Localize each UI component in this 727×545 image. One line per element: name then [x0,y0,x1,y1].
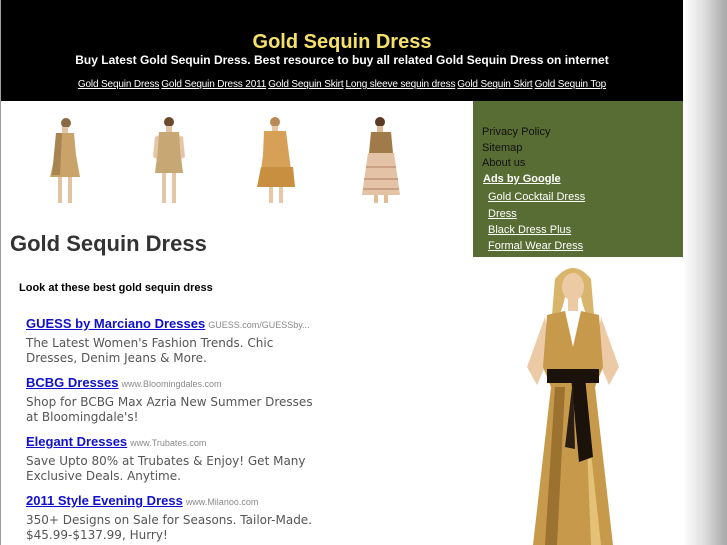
ad-url[interactable]: www.Trubates.com [130,438,206,448]
sidebar-link-sitemap[interactable]: Sitemap [482,142,522,154]
sidebar-ad-gold-cocktail-dress[interactable]: Gold Cocktail Dress [488,191,585,203]
ads-by-google-link[interactable]: Ads by Google [483,173,561,185]
ad-item: GUESS by Marciano Dresses GUESS.com/GUESS… [26,315,321,366]
ad-description: Shop for BCBG Max Azria New Summer Dress… [26,395,313,424]
product-thumbnail-1[interactable] [36,115,91,207]
header-link-long-sleeve-sequin-dress[interactable]: Long sleeve sequin dress [345,79,455,90]
page-heading: Gold Sequin Dress [10,231,207,256]
site-header: Gold Sequin Dress Buy Latest Gold Sequin… [1,0,683,101]
ad-description: 350+ Designs on Sale for Seasons. Tailor… [26,513,313,542]
ad-item: 2011 Style Evening Dress www.Milanoo.com … [26,492,321,543]
ad-url[interactable]: GUESS.com/GUESSby... [208,320,309,330]
right-page-shadow [683,0,727,545]
site-tagline: Buy Latest Gold Sequin Dress. Best resou… [75,53,609,67]
sidebar-ad-black-dress-plus[interactable]: Black Dress Plus [488,224,571,236]
product-thumbnail-4[interactable] [356,115,411,207]
header-nav: Gold Sequin Dress Gold Sequin Dress 2011 G… [1,79,683,90]
section-subheading: Look at these best gold sequin dress [19,282,213,294]
ad-item: Elegant Dresses www.Trubates.com Save Upt… [26,433,321,484]
ad-title-link[interactable]: BCBG Dresses [26,375,119,390]
sidebar-link-about-us[interactable]: About us [482,157,525,169]
sidebar-link-privacy-policy[interactable]: Privacy Policy [482,126,550,138]
header-link-gold-sequin-skirt[interactable]: Gold Sequin Skirt [268,79,343,90]
ad-description: The Latest Women's Fashion Trends. Chic … [26,336,274,365]
sidebar-ad-formal-wear-dress[interactable]: Formal Wear Dress [488,240,583,252]
ad-item: BCBG Dresses www.Bloomingdales.com Shop f… [26,374,321,425]
header-link-gold-sequin-skirt-2[interactable]: Gold Sequin Skirt [457,79,532,90]
ad-description: Save Upto 80% at Trubates & Enjoy! Get M… [26,454,306,483]
ad-title-link[interactable]: 2011 Style Evening Dress [26,493,183,508]
ad-url[interactable]: www.Bloomingdales.com [122,379,222,389]
ad-title-link[interactable]: Elegant Dresses [26,434,127,449]
sidebar: Privacy Policy Sitemap About us Ads by G… [473,101,683,545]
ad-title-link[interactable]: GUESS by Marciano Dresses [26,316,205,331]
header-link-gold-sequin-dress-2011[interactable]: Gold Sequin Dress 2011 [161,79,266,90]
header-link-gold-sequin-top[interactable]: Gold Sequin Top [535,79,607,90]
product-thumbnail-3[interactable] [249,115,304,207]
main-content: Gold Sequin Dress Look at these best gol… [1,101,473,545]
header-link-gold-sequin-dress[interactable]: Gold Sequin Dress [78,79,160,90]
sidebar-ad-dress[interactable]: Dress [488,208,517,220]
ad-url[interactable]: www.Milanoo.com [186,497,259,507]
site-title: Gold Sequin Dress [252,31,432,53]
featured-dress-photo[interactable] [473,257,683,545]
product-thumbnail-2[interactable] [141,115,196,207]
